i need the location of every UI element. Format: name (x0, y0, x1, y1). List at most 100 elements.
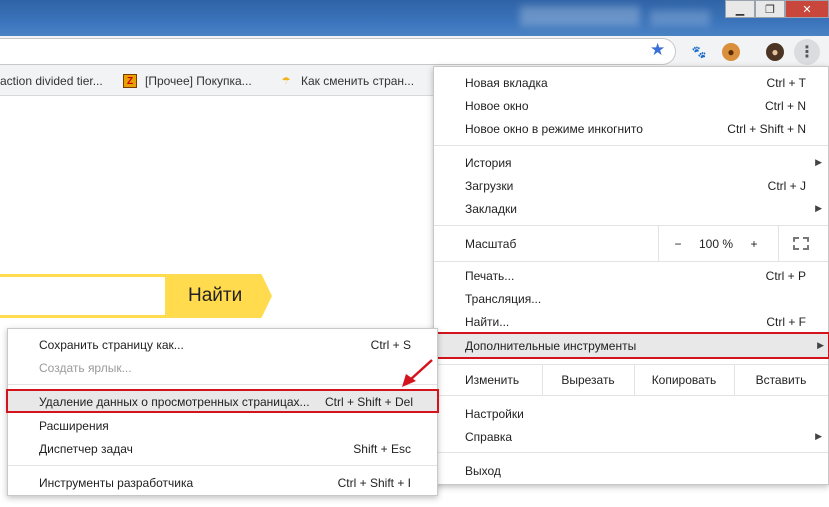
bookmark-star-icon[interactable]: ★ (650, 40, 665, 60)
edit-divider (634, 365, 635, 395)
find-button-label: Найти (188, 285, 243, 306)
menu-item-label: Закладки (465, 201, 517, 216)
menu-item-new-tab[interactable]: Новая вкладка Ctrl + T (434, 71, 828, 94)
menu-item-exit[interactable]: Выход (434, 459, 828, 482)
menu-item-label: Настройки (465, 406, 524, 421)
menu-item-incognito[interactable]: Новое окно в режиме инкогнито Ctrl + Shi… (434, 117, 828, 140)
menu-item-cast[interactable]: Трансляция... (434, 287, 828, 310)
menu-divider (434, 452, 828, 453)
menu-divider (8, 384, 437, 385)
menu-item-label: Справка (465, 429, 513, 444)
menu-item-zoom: Масштаб − 100 % + (434, 226, 828, 261)
menu-item-downloads[interactable]: Загрузки Ctrl + J (434, 174, 828, 197)
zoom-divider (778, 226, 779, 261)
copy-button[interactable]: Копировать (634, 365, 734, 395)
submenu-item-extensions[interactable]: Расширения (8, 414, 437, 437)
umbrella-favicon-icon: ☂ (281, 75, 291, 87)
menu-item-label: Выход (465, 463, 501, 478)
menu-item-shortcut: Ctrl + Shift + I (337, 475, 411, 490)
search-input[interactable] (0, 274, 168, 318)
menu-item-settings[interactable]: Настройки (434, 402, 828, 425)
menu-item-label: Масштаб (465, 236, 517, 251)
menu-item-bookmarks[interactable]: Закладки ▶ (434, 197, 828, 220)
chrome-menu-icon[interactable]: ⋮ (794, 39, 820, 65)
menu-item-label: Дополнительные инструменты (465, 339, 637, 353)
chrome-main-menu: Новая вкладка Ctrl + T Новое окно Ctrl +… (433, 66, 829, 485)
menu-item-more-tools[interactable]: Дополнительные инструменты ▶ (434, 332, 829, 359)
paw-extension-icon[interactable]: 🐾 (690, 43, 708, 61)
bookmark-item[interactable]: ☂ Как сменить стран... (279, 74, 415, 88)
menu-item-history[interactable]: История ▶ (434, 151, 828, 174)
menu-item-find[interactable]: Найти... Ctrl + F (434, 310, 828, 333)
bookmark-item[interactable]: action divided tier... (0, 74, 103, 88)
submenu-item-dev-tools[interactable]: Инструменты разработчика Ctrl + Shift + … (8, 471, 437, 494)
edit-divider (734, 365, 735, 395)
menu-item-new-window[interactable]: Новое окно Ctrl + N (434, 94, 828, 117)
zoom-level: 100 % (698, 236, 734, 251)
menu-divider (434, 145, 828, 146)
menu-item-shortcut: Ctrl + Shift + N (727, 121, 806, 136)
profile-avatar-icon[interactable]: ● (766, 43, 784, 61)
bookmark-label: action divided tier... (0, 74, 103, 88)
title-bar-blur (650, 10, 710, 26)
menu-item-label: Найти... (465, 314, 510, 329)
submenu-item-save-page[interactable]: Сохранить страницу как... Ctrl + S (8, 333, 437, 356)
monkey-extension-icon[interactable]: ● (722, 43, 740, 61)
submenu-arrow-icon: ▶ (815, 157, 822, 167)
edit-divider (542, 365, 543, 395)
menu-item-shortcut: Ctrl + T (766, 75, 806, 90)
cut-button[interactable]: Вырезать (542, 365, 634, 395)
menu-item-shortcut: Shift + Esc (353, 441, 411, 456)
submenu-item-create-shortcut: Создать ярлык... (8, 356, 437, 379)
menu-item-shortcut: Ctrl + P (765, 268, 806, 283)
menu-item-help[interactable]: Справка ▶ (434, 425, 828, 448)
submenu-item-task-manager[interactable]: Диспетчер задач Shift + Esc (8, 437, 437, 460)
title-bar-blur (520, 6, 640, 26)
menu-divider (8, 465, 437, 466)
submenu-arrow-icon: ▶ (817, 340, 824, 350)
fullscreen-icon[interactable] (793, 237, 809, 250)
submenu-item-clear-data[interactable]: Удаление данных о просмотренных страница… (6, 389, 439, 413)
minimize-button[interactable]: ▁ (725, 0, 755, 18)
menu-item-print[interactable]: Печать... Ctrl + P (434, 264, 828, 287)
menu-divider (434, 261, 828, 262)
window-title-bar: ▁ ❐ ✕ (0, 0, 829, 36)
zoom-divider (658, 226, 659, 261)
more-tools-submenu: Сохранить страницу как... Ctrl + S Созда… (6, 328, 439, 496)
menu-item-shortcut: Ctrl + F (766, 314, 806, 329)
bookmark-label: Как сменить стран... (301, 74, 415, 88)
submenu-arrow-icon: ▶ (815, 203, 822, 213)
zoom-in-button[interactable]: + (742, 226, 766, 261)
menu-item-label: Сохранить страницу как... (39, 337, 184, 352)
maximize-button[interactable]: ❐ (755, 0, 785, 18)
window-controls: ▁ ❐ ✕ (725, 0, 829, 18)
menu-item-label: Печать... (465, 268, 515, 283)
edit-label: Изменить (465, 373, 520, 387)
find-button[interactable]: Найти (166, 274, 272, 318)
bookmark-label: [Прочее] Покупка... (145, 74, 252, 88)
menu-item-edit: Изменить Вырезать Копировать Вставить (434, 365, 828, 395)
submenu-arrow-icon: ▶ (815, 431, 822, 441)
menu-item-label: Новое окно (465, 98, 529, 113)
menu-item-shortcut: Ctrl + S (370, 337, 411, 352)
menu-item-label: Новое окно в режиме инкогнито (465, 121, 643, 136)
z-favicon-icon: Z (123, 74, 137, 88)
menu-item-shortcut: Ctrl + Shift + Del (324, 395, 413, 409)
menu-item-label: Удаление данных о просмотренных страница… (39, 395, 310, 409)
zoom-out-button[interactable]: − (666, 226, 690, 261)
menu-item-label: Новая вкладка (465, 75, 548, 90)
close-window-button[interactable]: ✕ (785, 0, 829, 18)
menu-item-label: Инструменты разработчика (39, 475, 194, 490)
bookmark-item[interactable]: Z [Прочее] Покупка... (123, 74, 252, 88)
menu-item-shortcut: Ctrl + J (767, 178, 806, 193)
address-bar[interactable] (0, 38, 676, 65)
menu-item-label: Диспетчер задач (39, 441, 133, 456)
menu-item-label: Расширения (39, 418, 109, 433)
paste-button[interactable]: Вставить (734, 365, 828, 395)
menu-divider (434, 395, 828, 396)
menu-item-label: Трансляция... (465, 291, 542, 306)
menu-item-shortcut: Ctrl + N (764, 98, 806, 113)
menu-item-label: История (465, 155, 512, 170)
browser-toolbar: ★ 🐾 ● ● ⋮ (0, 36, 829, 68)
menu-item-label: Создать ярлык... (39, 360, 132, 375)
